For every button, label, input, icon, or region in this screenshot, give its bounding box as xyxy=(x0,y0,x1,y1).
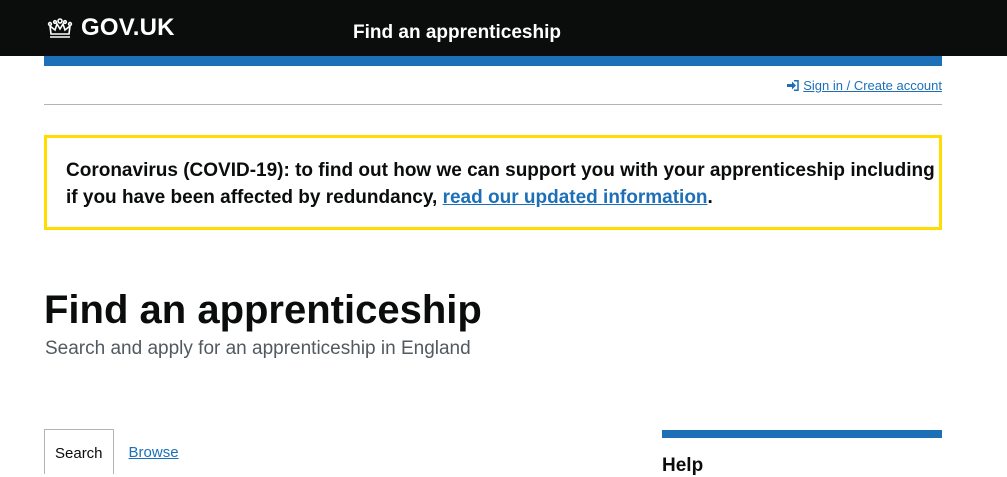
covid-notice-banner: Coronavirus (COVID-19): to find out how … xyxy=(44,135,942,230)
tab-browse[interactable]: Browse xyxy=(114,429,189,474)
covid-notice-text: Coronavirus (COVID-19): to find out how … xyxy=(66,157,936,211)
sign-in-icon xyxy=(787,80,799,91)
search-browse-tabs: Search Browse xyxy=(44,429,189,474)
logo-text: GOV.UK xyxy=(81,14,175,41)
signin-container: Sign in / Create account xyxy=(787,78,942,93)
covid-notice-punctuation: . xyxy=(707,187,713,208)
service-name-link[interactable]: Find an apprenticeship xyxy=(353,22,561,44)
header-blue-bar xyxy=(44,56,942,66)
govuk-logo-link[interactable]: GOV.UK xyxy=(47,14,175,42)
covid-info-link[interactable]: read our updated information xyxy=(443,187,708,208)
page-subtitle: Search and apply for an apprenticeship i… xyxy=(45,338,471,359)
help-section-bar xyxy=(662,430,942,438)
site-header: GOV.UK Find an apprenticeship xyxy=(0,0,1007,56)
tab-search[interactable]: Search xyxy=(44,429,114,474)
account-bar: Sign in / Create account xyxy=(44,66,942,105)
signin-link[interactable]: Sign in / Create account xyxy=(803,78,942,93)
crown-icon xyxy=(47,18,73,38)
page-title: Find an apprenticeship xyxy=(44,288,482,332)
